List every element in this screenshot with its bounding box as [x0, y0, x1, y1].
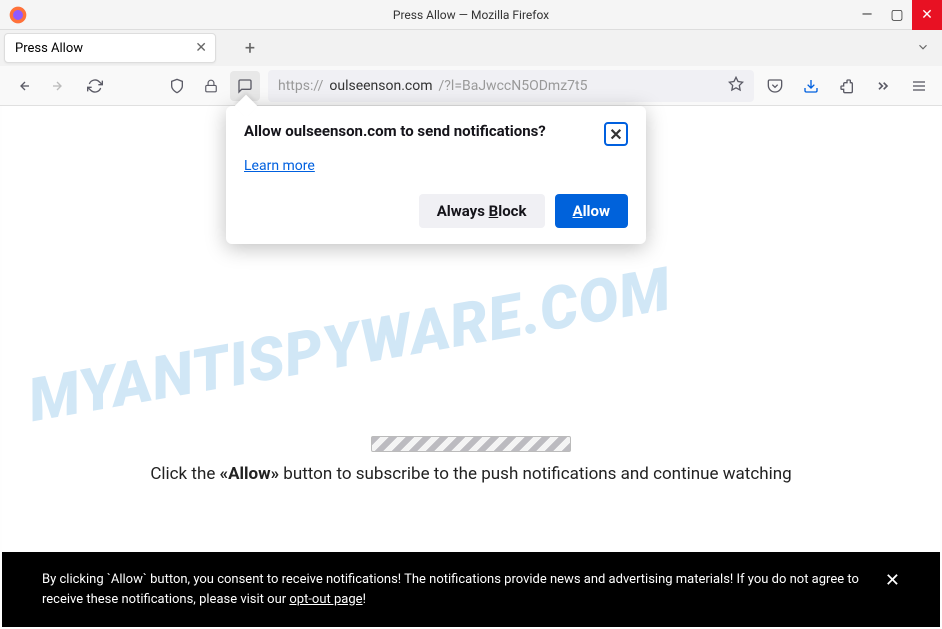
tab-label: Press Allow [15, 41, 83, 56]
forward-button[interactable] [44, 71, 74, 101]
url-domain: oulseenson.com [329, 78, 432, 94]
extensions-icon[interactable] [832, 71, 862, 101]
allow-button[interactable]: Allow [555, 194, 629, 228]
close-button[interactable]: ✕ [912, 0, 942, 30]
titlebar: Press Allow — Mozilla Firefox — ▢ ✕ [0, 0, 942, 30]
tabbar: Press Allow ✕ + [0, 30, 942, 66]
new-tab-button[interactable]: + [236, 34, 264, 62]
firefox-logo-icon [8, 5, 28, 25]
consent-text: By clicking `Allow` button, you consent … [42, 570, 865, 609]
learn-more-link[interactable]: Learn more [244, 158, 315, 174]
consent-bar: By clicking `Allow` button, you consent … [2, 552, 940, 627]
url-path: /?l=BaJwccN5ODmz7t5 [439, 78, 588, 94]
page-instruction: Click the «Allow» button to subscribe to… [121, 464, 821, 484]
always-block-button[interactable]: Always Block [419, 194, 545, 228]
window-title: Press Allow — Mozilla Firefox [393, 8, 549, 22]
menu-icon[interactable] [904, 71, 934, 101]
active-tab[interactable]: Press Allow ✕ [4, 33, 216, 63]
minimize-button[interactable]: — [852, 0, 882, 30]
back-button[interactable] [8, 71, 38, 101]
shield-icon[interactable] [162, 71, 192, 101]
tabs-menu-icon[interactable] [916, 39, 930, 58]
url-protocol: https:// [278, 78, 323, 94]
pocket-icon[interactable] [760, 71, 790, 101]
opt-out-link[interactable]: opt-out page [289, 592, 362, 607]
lock-icon[interactable] [196, 71, 226, 101]
download-icon[interactable] [796, 71, 826, 101]
maximize-button[interactable]: ▢ [882, 0, 912, 30]
notification-permission-popup: Allow oulseenson.com to send notificatio… [226, 106, 646, 244]
window-controls: — ▢ ✕ [852, 0, 942, 30]
overflow-icon[interactable] [868, 71, 898, 101]
fake-progress-bar [371, 436, 571, 452]
notification-title: Allow oulseenson.com to send notificatio… [244, 122, 546, 140]
reload-button[interactable] [80, 71, 110, 101]
toolbar: https:// oulseenson.com /?l=BaJwccN5ODmz7t… [0, 66, 942, 106]
tab-close-icon[interactable]: ✕ [195, 40, 207, 56]
page-content: Click the «Allow» button to subscribe to… [121, 436, 821, 484]
notification-close-button[interactable]: ✕ [604, 122, 628, 146]
urlbar[interactable]: https:// oulseenson.com /?l=BaJwccN5ODmz7t… [268, 70, 754, 102]
consent-close-button[interactable]: ✕ [885, 570, 900, 591]
bookmark-star-icon[interactable] [728, 76, 744, 96]
